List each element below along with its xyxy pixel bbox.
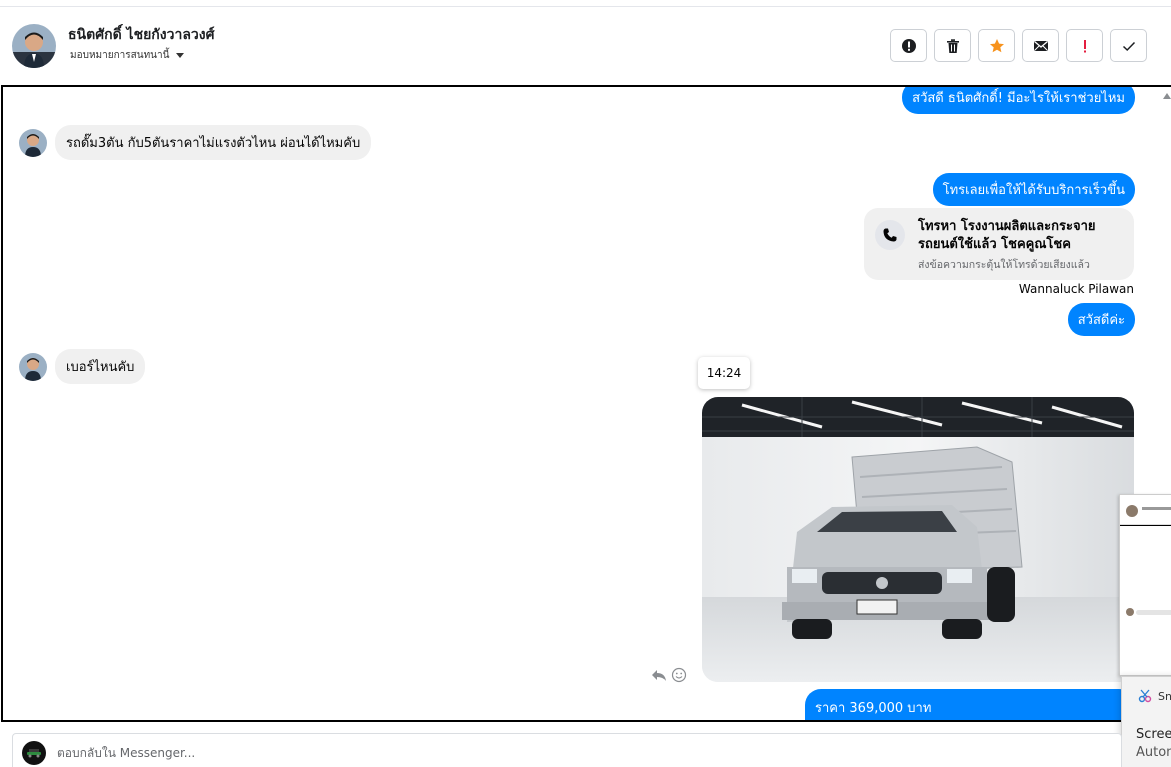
caret-down-icon: [176, 53, 185, 58]
scroll-up-arrow-icon[interactable]: [1163, 93, 1171, 99]
spam-button[interactable]: [890, 29, 927, 62]
timestamp-tooltip: 14:24: [698, 357, 750, 389]
phone-icon: [875, 220, 905, 250]
message-outgoing-call-prompt[interactable]: โทรเลยเพื่อให้ได้รับบริการเร็วขึ้น: [932, 173, 1135, 206]
delete-button[interactable]: [934, 29, 971, 62]
assign-conversation-dropdown[interactable]: มอบหมายการสนทนานี้: [70, 48, 185, 63]
emoji-react-icon[interactable]: [671, 667, 687, 683]
message-outgoing-hello[interactable]: สวัสดีค่ะ: [1067, 303, 1135, 336]
important-button[interactable]: [1066, 29, 1103, 62]
reply-composer: [12, 733, 1122, 767]
thumbnail-body: [1120, 525, 1171, 675]
alert-circle-icon: [901, 38, 916, 53]
contact-avatar-small: [19, 129, 47, 157]
sender-name: Wannaluck Pilawan: [1018, 282, 1134, 296]
thumbnail-message-line: [1136, 610, 1171, 615]
call-card-title: โทรหา โรงงานผลิตและกระจายรถยนต์ใช้แล้ว โ…: [918, 219, 1096, 252]
conversation-toolbar: [890, 29, 1147, 62]
toast-app-name: Sn: [1158, 689, 1171, 703]
message-incoming-question[interactable]: รถดั๊ม3ตัน กับ5ตันราคาไม่แรงตัวไหน ผ่อนไ…: [55, 125, 372, 160]
messenger-inbox-page: ธนิตศักดิ์ ไชยกังวาลวงศ์ มอบหมายการสนทนา…: [0, 0, 1171, 767]
trash-icon: [946, 38, 959, 53]
toast-title: Screen: [1136, 727, 1171, 742]
message-incoming-number-question[interactable]: เบอร์ไหนคับ: [55, 349, 146, 384]
price-text: ราคา 369,000 บาท: [815, 701, 932, 716]
truck-photo-attachment[interactable]: [702, 397, 1134, 682]
contact-avatar-small: [19, 353, 47, 381]
check-icon: [1122, 41, 1135, 51]
reply-input[interactable]: [57, 746, 557, 760]
call-now-card[interactable]: โทรหา โรงงานผลิตและกระจายรถยนต์ใช้แล้ว โ…: [864, 208, 1134, 280]
contact-name: ธนิตศักดิ์ ไชยกังวาลวงศ์: [68, 27, 215, 43]
star-button[interactable]: [978, 29, 1015, 62]
screenshot-thumbnail-overlay[interactable]: [1119, 494, 1171, 676]
snipping-tool-notification[interactable]: Sn Screen Autom: [1121, 676, 1171, 767]
thumbnail-title-line: [1142, 507, 1171, 510]
mark-unread-button[interactable]: [1022, 29, 1059, 62]
envelope-icon: [1033, 40, 1048, 51]
snipping-tool-icon: [1138, 689, 1152, 703]
page-avatar: [22, 741, 46, 765]
toast-subtitle: Autom: [1136, 745, 1171, 760]
toast-app-row: Sn: [1138, 689, 1171, 703]
message-hover-actions: [651, 667, 687, 683]
contact-avatar[interactable]: [12, 24, 56, 68]
message-thread[interactable]: สวัสดี ธนิตศักดิ์! มีอะไรให้เราช่วยไหม ร…: [1, 85, 1171, 722]
exclamation-icon: [1083, 39, 1086, 52]
conversation-header: ธนิตศักดิ์ ไชยกังวาลวงศ์ มอบหมายการสนทนา…: [0, 6, 1171, 84]
message-outgoing-greeting[interactable]: สวัสดี ธนิตศักดิ์! มีอะไรให้เราช่วยไหม: [902, 87, 1135, 114]
assign-conversation-label: มอบหมายการสนทนานี้: [70, 50, 170, 61]
thumbnail-avatar: [1126, 505, 1138, 517]
star-icon: [989, 38, 1004, 52]
mark-done-button[interactable]: [1110, 29, 1147, 62]
thumbnail-avatar-small: [1126, 608, 1134, 616]
call-card-subtitle: ส่งข้อความกระตุ้นให้โทรด้วยเสียงแล้ว: [918, 259, 1090, 271]
message-outgoing-price[interactable]: ราคา 369,000 บาท: [805, 689, 1135, 720]
reply-icon[interactable]: [651, 667, 667, 683]
thumbnail-header: [1120, 495, 1171, 525]
